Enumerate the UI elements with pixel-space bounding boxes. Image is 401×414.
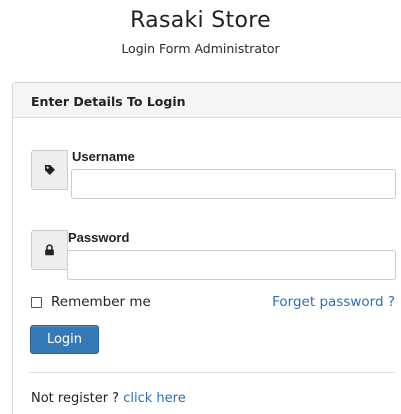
login-button[interactable]: Login <box>30 325 99 354</box>
tag-icon <box>44 164 56 176</box>
remember-me-checkbox[interactable] <box>31 296 42 308</box>
password-addon <box>31 230 68 270</box>
remember-me-label[interactable]: Remember me <box>51 294 151 310</box>
register-link[interactable]: click here <box>123 391 185 406</box>
password-input[interactable] <box>67 250 396 280</box>
forget-password-link[interactable]: Forget password ? <box>272 294 395 310</box>
panel-heading: Enter Details To Login <box>13 83 401 118</box>
store-title: Rasaki Store <box>130 8 271 33</box>
divider <box>28 372 396 373</box>
panel-heading-text: Enter Details To Login <box>31 94 186 109</box>
store-subtitle: Login Form Administrator <box>121 41 280 56</box>
register-prefix: Not register ? <box>31 391 124 406</box>
username-addon <box>31 150 68 190</box>
register-row: Not register ? click here <box>31 391 186 406</box>
username-label: Username <box>72 149 135 164</box>
login-panel: Enter Details To Login <box>12 82 401 414</box>
login-page: Rasaki Store Login Form Administrator En… <box>0 0 401 414</box>
lock-icon <box>44 244 55 256</box>
remember-me-row[interactable]: Remember me <box>31 294 151 310</box>
password-label: Password <box>68 230 130 245</box>
username-input[interactable] <box>71 169 396 199</box>
